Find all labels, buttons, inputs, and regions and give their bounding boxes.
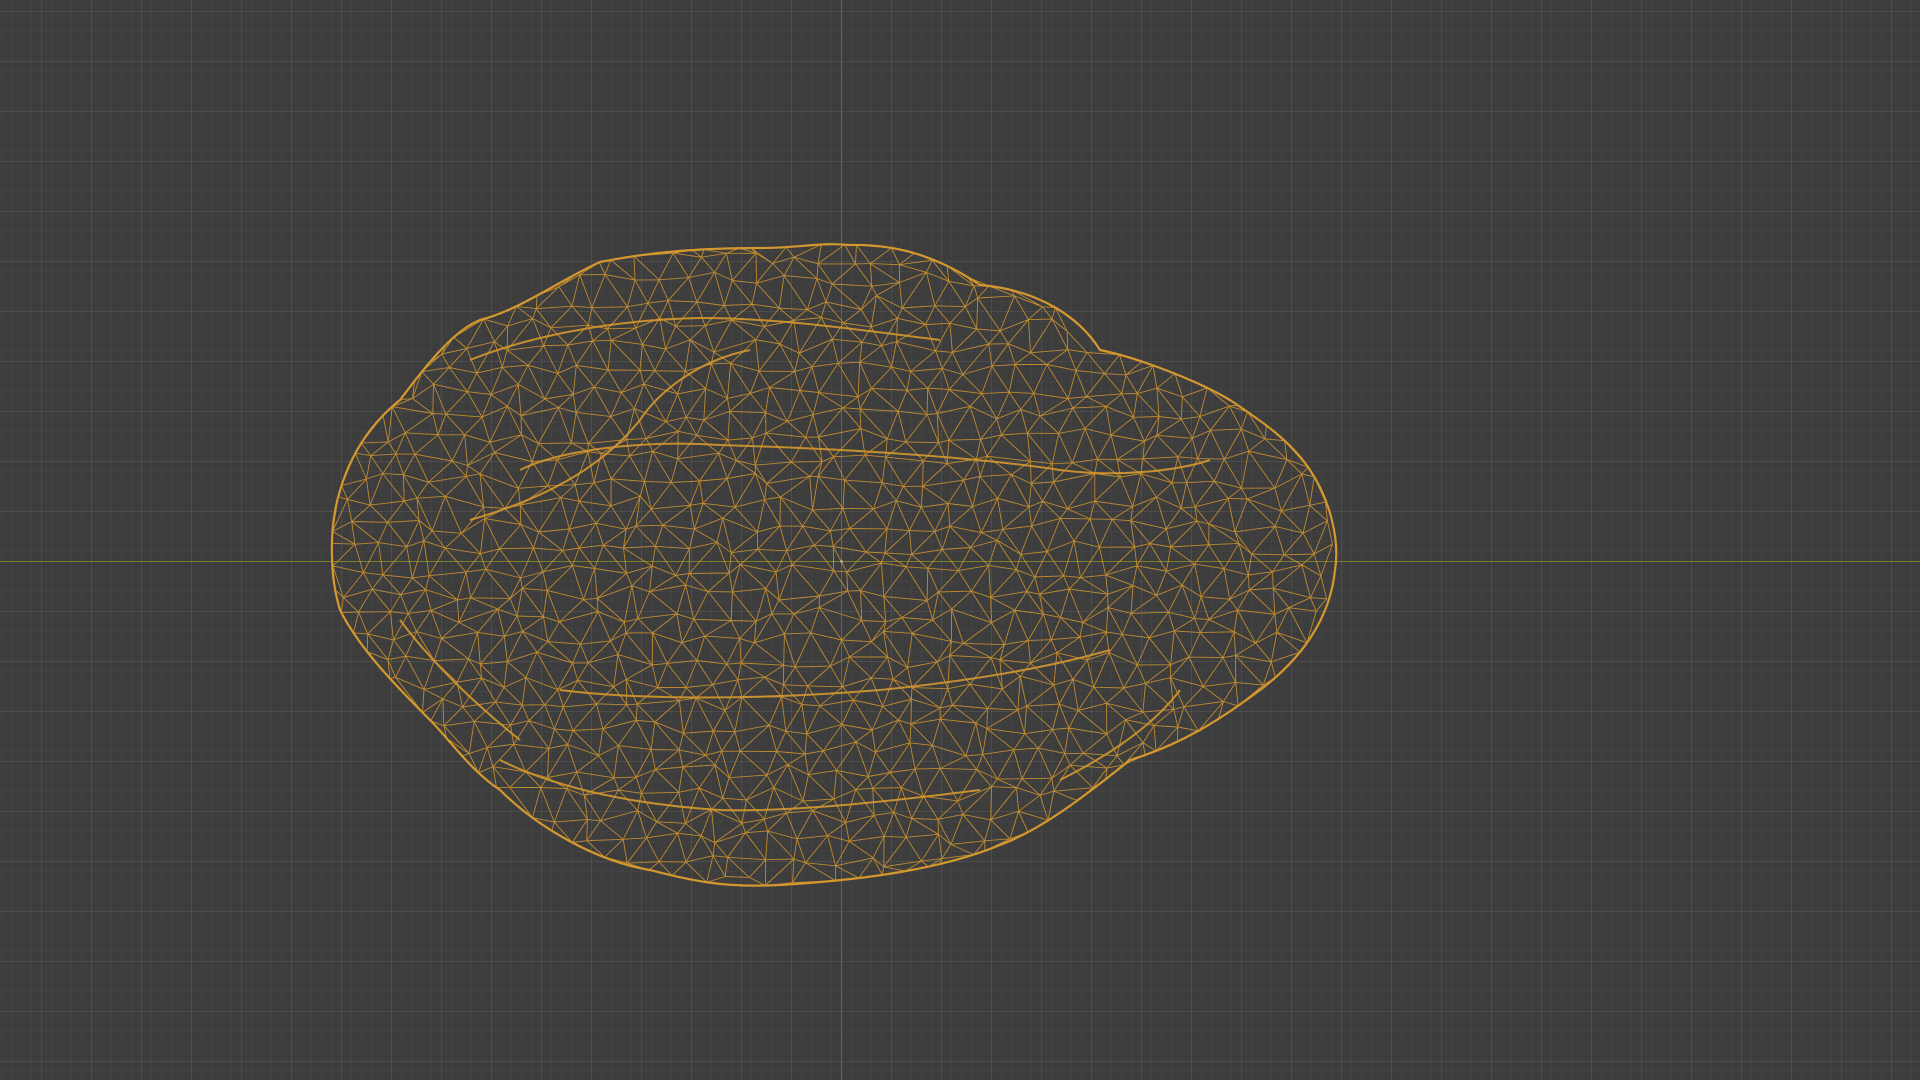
mesh-ridge-1 xyxy=(519,442,1211,475)
mesh-ridge-2 xyxy=(469,349,751,521)
mesh-ridge-7 xyxy=(399,619,521,741)
mesh-ridge-4 xyxy=(499,759,981,812)
mesh-silhouette xyxy=(330,243,1338,887)
wireframe-mesh[interactable] xyxy=(0,0,1920,1080)
mesh-ridge-6 xyxy=(1059,689,1181,781)
mesh-triangle-edges xyxy=(331,244,1333,886)
3d-viewport[interactable] xyxy=(0,0,1920,1080)
mesh-edges xyxy=(331,244,1333,886)
origin-marker xyxy=(840,560,843,563)
